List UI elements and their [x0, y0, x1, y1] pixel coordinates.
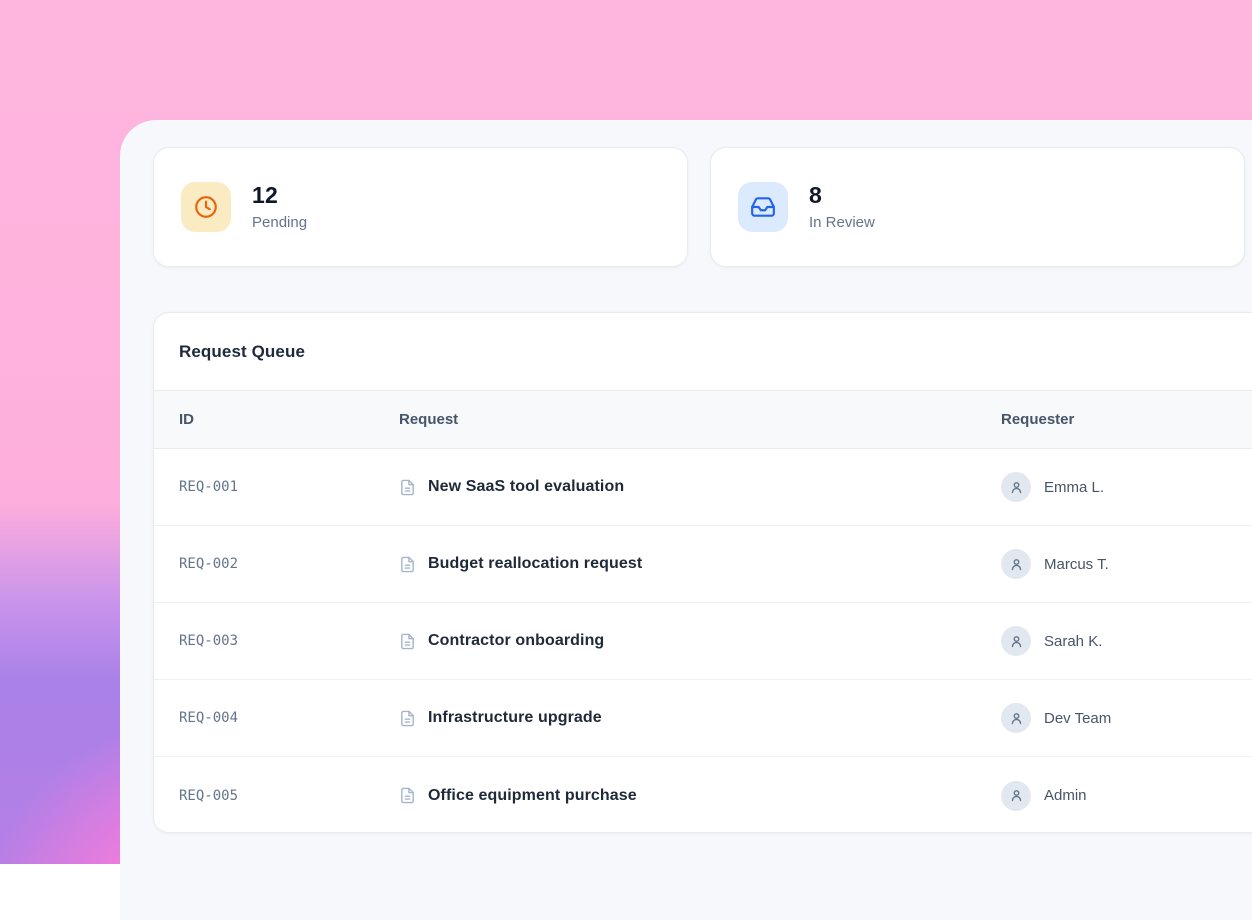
main-panel: 12 Pending 8 In Review Reque — [120, 120, 1252, 920]
request-id: REQ-002 — [154, 556, 399, 572]
file-text-icon — [399, 710, 416, 727]
table-row[interactable]: REQ-005 Office equipment purchase Admin — [154, 757, 1252, 833]
request-id: REQ-001 — [154, 479, 399, 495]
requester-name: Dev Team — [1044, 710, 1111, 727]
requester-name: Admin — [1044, 787, 1087, 804]
in-review-count: 8 — [809, 182, 875, 209]
stat-card-pending: 12 Pending — [153, 147, 688, 267]
table-row[interactable]: REQ-002 Budget reallocation request Marc… — [154, 526, 1252, 603]
request-queue-card: Request Queue ID Request Requester REQ-0… — [153, 312, 1252, 833]
column-header-requester: Requester — [1001, 411, 1252, 428]
avatar — [1001, 781, 1031, 811]
file-text-icon — [399, 787, 416, 804]
requester-name: Sarah K. — [1044, 633, 1102, 650]
request-id: REQ-004 — [154, 710, 399, 726]
table-row[interactable]: REQ-001 New SaaS tool evaluation Emma L. — [154, 449, 1252, 526]
pending-count: 12 — [252, 182, 307, 209]
requester-name: Emma L. — [1044, 479, 1104, 496]
avatar — [1001, 626, 1031, 656]
request-title: Office equipment purchase — [428, 787, 637, 805]
request-title: Contractor onboarding — [428, 632, 604, 650]
file-text-icon — [399, 556, 416, 573]
in-review-label: In Review — [809, 213, 875, 233]
inbox-icon — [738, 182, 788, 232]
request-id: REQ-003 — [154, 633, 399, 649]
stats-row: 12 Pending 8 In Review — [153, 147, 1245, 267]
table-title: Request Queue — [179, 342, 305, 362]
table-row[interactable]: REQ-003 Contractor onboarding Sarah K. — [154, 603, 1252, 680]
table-header-row: ID Request Requester — [154, 391, 1252, 449]
stat-card-in-review: 8 In Review — [710, 147, 1245, 267]
file-text-icon — [399, 633, 416, 650]
avatar — [1001, 472, 1031, 502]
gradient-background: 12 Pending 8 In Review Reque — [0, 0, 1252, 864]
column-header-id: ID — [154, 411, 399, 428]
column-header-request: Request — [399, 411, 1001, 428]
request-title: Infrastructure upgrade — [428, 709, 602, 727]
avatar — [1001, 703, 1031, 733]
table-row[interactable]: REQ-004 Infrastructure upgrade Dev Team — [154, 680, 1252, 757]
file-text-icon — [399, 479, 416, 496]
clock-icon — [181, 182, 231, 232]
request-id: REQ-005 — [154, 788, 399, 804]
request-title: New SaaS tool evaluation — [428, 478, 624, 496]
pending-label: Pending — [252, 213, 307, 233]
request-title: Budget reallocation request — [428, 555, 642, 573]
avatar — [1001, 549, 1031, 579]
requester-name: Marcus T. — [1044, 556, 1109, 573]
table-body: REQ-001 New SaaS tool evaluation Emma L. — [154, 449, 1252, 833]
